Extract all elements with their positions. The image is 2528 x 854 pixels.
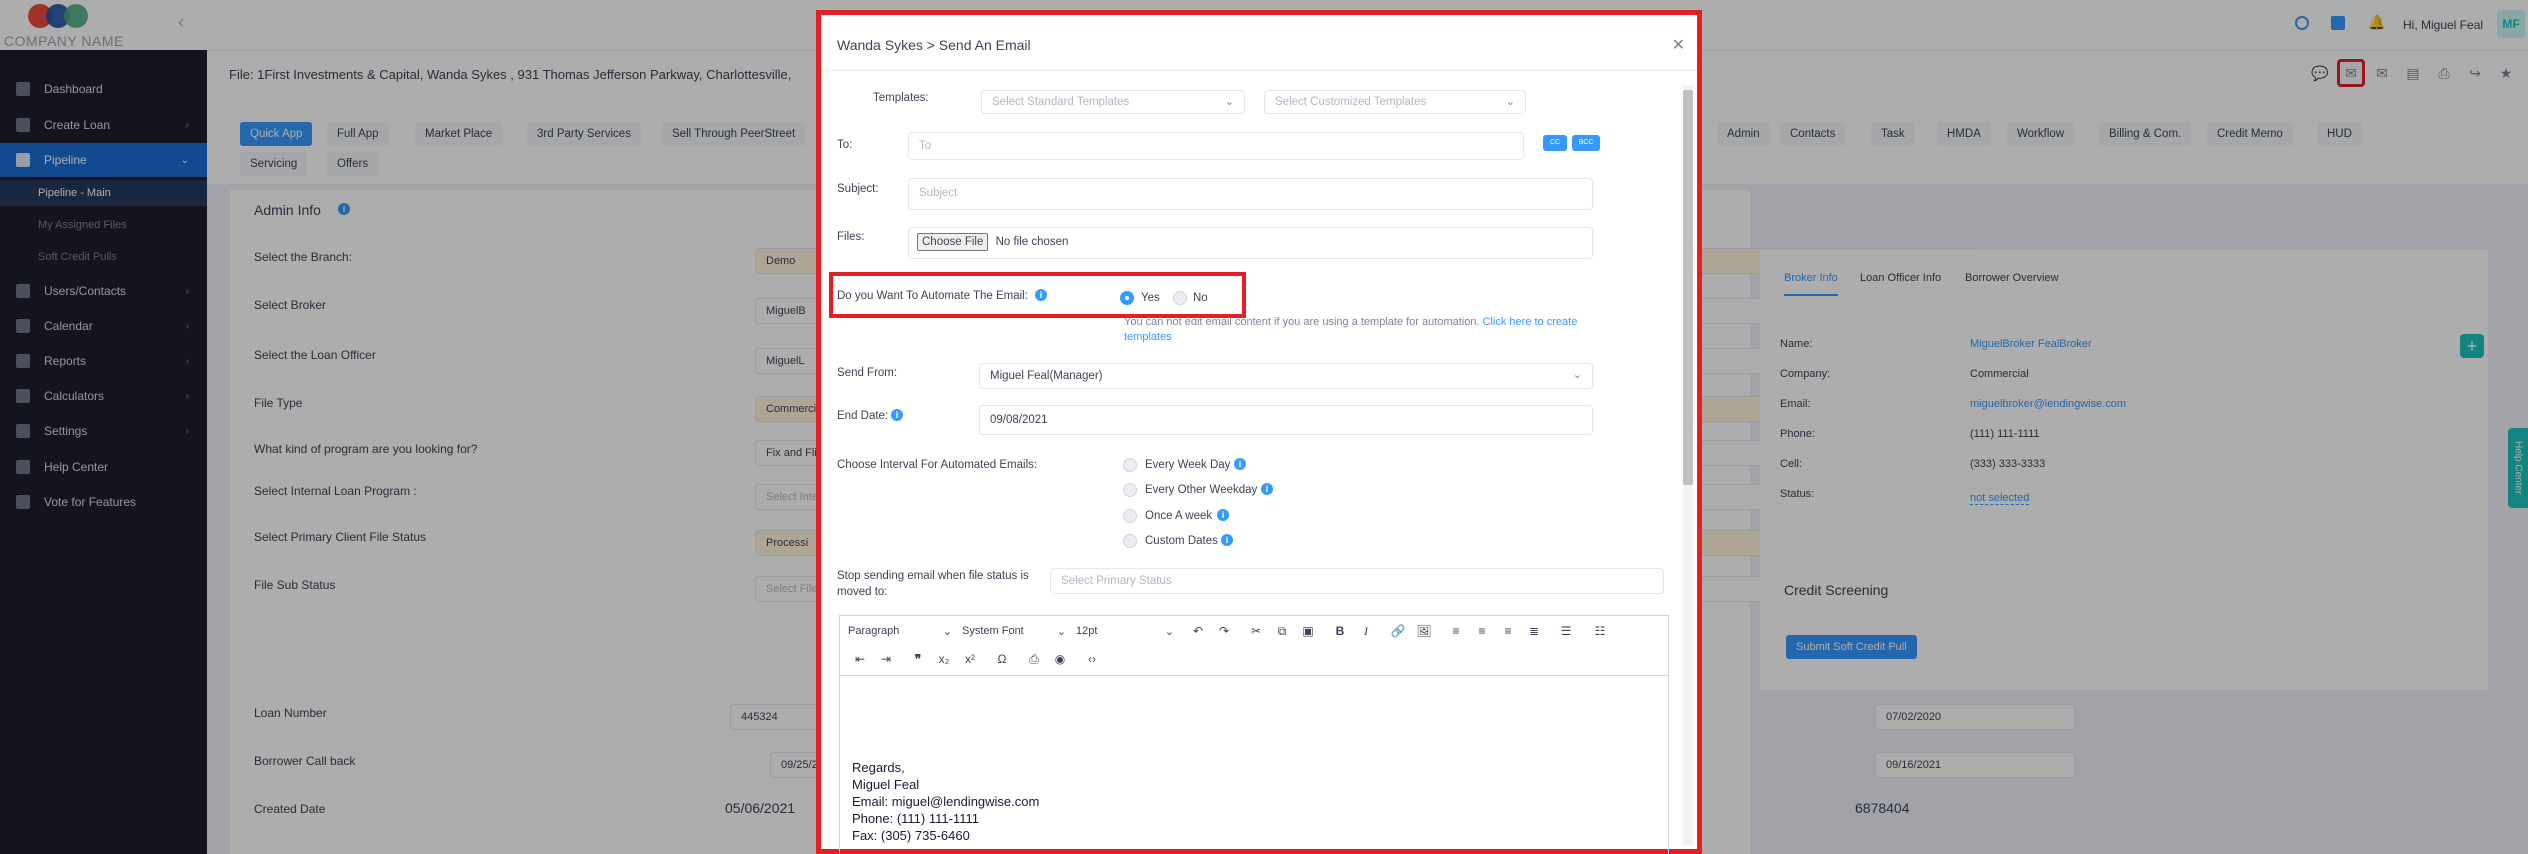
interval-label: Choose Interval For Automated Emails: <box>837 459 1038 471</box>
close-icon[interactable]: ✕ <box>1672 35 1685 55</box>
bullet-list-icon[interactable]: ☰ <box>1556 621 1576 641</box>
info-icon[interactable]: i <box>1234 458 1246 470</box>
align-left-icon[interactable]: ≡ <box>1446 621 1466 641</box>
interval-once-a-week-radio[interactable] <box>1123 509 1137 523</box>
subject-input[interactable]: Subject <box>908 178 1593 210</box>
link-icon[interactable]: 🔗 <box>1388 621 1408 641</box>
automate-yes-label: Yes <box>1141 292 1160 304</box>
align-center-icon[interactable]: ≡ <box>1472 621 1492 641</box>
modal-divider <box>821 70 1697 71</box>
paragraph-select[interactable]: Paragraph ⌄ <box>848 618 958 644</box>
cc-button[interactable]: CC <box>1543 135 1567 151</box>
superscript-icon[interactable]: x² <box>960 649 980 669</box>
blockquote-icon[interactable]: ❞ <box>908 649 928 669</box>
stop-sending-label: Stop sending email when file status is m… <box>837 570 1029 598</box>
modal-scrollbar-thumb[interactable] <box>1683 90 1693 485</box>
end-date-input[interactable]: 09/08/2021 <box>979 405 1593 435</box>
numbered-list-icon[interactable]: ☷ <box>1590 621 1610 641</box>
subject-label: Subject: <box>837 183 879 195</box>
size-select[interactable]: 12pt ⌄ <box>1076 618 1180 644</box>
bcc-button[interactable]: BCC <box>1572 135 1600 151</box>
chevron-down-icon: ⌄ <box>1056 625 1066 638</box>
to-label: To: <box>837 139 853 151</box>
subscript-icon[interactable]: x₂ <box>934 649 954 669</box>
font-select[interactable]: System Font ⌄ <box>962 618 1072 644</box>
custom-templates-select[interactable]: Select Customized Templates ⌄ <box>1264 90 1526 114</box>
chevron-down-icon: ⌄ <box>942 625 952 638</box>
interval-every-other-weekday-label: Every Other Weekday <box>1145 484 1258 496</box>
font-text: System Font <box>962 625 1024 637</box>
automate-label: Do you Want To Automate The Email: <box>837 290 1028 302</box>
preview-icon[interactable]: ◉ <box>1050 649 1070 669</box>
info-icon[interactable]: i <box>1261 483 1273 495</box>
italic-icon[interactable]: I <box>1356 621 1376 641</box>
source-code-icon[interactable]: ‹› <box>1082 649 1102 669</box>
automate-no-label: No <box>1193 292 1208 304</box>
copy-icon[interactable]: ⧉ <box>1272 621 1292 641</box>
send-email-modal: Wanda Sykes > Send An Email ✕ Templates:… <box>816 10 1702 854</box>
email-body-editor: Paragraph ⌄ System Font ⌄ 12pt ⌄ ↶ ↷ ✂ ⧉ ▣ … <box>839 615 1669 854</box>
signature-line-5[interactable]: Fax: (305) 735-6460 <box>852 828 970 843</box>
size-text: 12pt <box>1076 625 1098 637</box>
automate-note-text: You can not edit email content if you ar… <box>1124 316 1480 328</box>
file-input[interactable]: Choose File No file chosen <box>908 227 1593 259</box>
standard-templates-select[interactable]: Select Standard Templates ⌄ <box>981 90 1245 114</box>
interval-custom-dates-radio[interactable] <box>1123 534 1137 548</box>
interval-every-week-day-label: Every Week Day <box>1145 459 1231 471</box>
print-icon[interactable]: ⎙ <box>1024 649 1044 669</box>
editor-toolbar: Paragraph ⌄ System Font ⌄ 12pt ⌄ ↶ ↷ ✂ ⧉ ▣ … <box>840 616 1668 676</box>
align-right-icon[interactable]: ≡ <box>1498 621 1518 641</box>
standard-templates-text: Select Standard Templates <box>992 96 1130 108</box>
send-from-label: Send From: <box>837 367 898 379</box>
chevron-down-icon: ⌄ <box>1164 625 1174 638</box>
custom-templates-text: Select Customized Templates <box>1275 96 1427 108</box>
outdent-icon[interactable]: ⇤ <box>850 649 870 669</box>
modal-title: Wanda Sykes > Send An Email <box>837 37 1031 53</box>
indent-icon[interactable]: ⇥ <box>876 649 896 669</box>
chevron-down-icon: ⌄ <box>1224 96 1234 108</box>
special-char-icon[interactable]: Ω <box>992 649 1012 669</box>
automate-no-radio[interactable] <box>1173 291 1187 305</box>
info-icon[interactable]: i <box>1217 509 1229 521</box>
signature-line-2[interactable]: Miguel Feal <box>852 777 919 792</box>
bold-icon[interactable]: B <box>1330 621 1350 641</box>
send-from-text: Miguel Feal(Manager) <box>990 370 1103 382</box>
choose-file-button[interactable]: Choose File <box>917 233 989 251</box>
info-icon[interactable]: i <box>1221 534 1233 546</box>
signature-line-3[interactable]: Email: miguel@lendingwise.com <box>852 794 1039 809</box>
info-icon[interactable]: i <box>891 409 903 421</box>
signature-line-4[interactable]: Phone: (111) 111-1111 <box>852 811 979 826</box>
templates-label: Templates: <box>873 92 929 104</box>
to-input[interactable]: To <box>908 132 1524 160</box>
end-date-label: End Date: <box>837 410 889 422</box>
cut-icon[interactable]: ✂ <box>1246 621 1266 641</box>
automate-yes-radio[interactable] <box>1120 291 1134 305</box>
automate-note: You can not edit email content if you ar… <box>1124 315 1624 345</box>
files-label: Files: <box>837 231 865 243</box>
redo-icon[interactable]: ↷ <box>1214 621 1234 641</box>
send-from-select[interactable]: Miguel Feal(Manager) ⌄ <box>979 363 1593 389</box>
signature-line-1[interactable]: Regards, <box>852 760 905 775</box>
image-icon[interactable]: 🖼 <box>1414 621 1434 641</box>
interval-once-a-week-label: Once A week <box>1145 510 1213 522</box>
chevron-down-icon: ⌄ <box>1505 96 1515 108</box>
stop-status-select[interactable]: Select Primary Status <box>1050 568 1664 594</box>
chevron-down-icon: ⌄ <box>1572 369 1582 381</box>
undo-icon[interactable]: ↶ <box>1188 621 1208 641</box>
info-icon[interactable]: i <box>1035 289 1047 301</box>
no-file-text: No file chosen <box>995 236 1069 248</box>
interval-custom-dates-label: Custom Dates <box>1145 535 1218 547</box>
align-justify-icon[interactable]: ≣ <box>1524 621 1544 641</box>
paste-icon[interactable]: ▣ <box>1298 621 1318 641</box>
interval-every-week-day-radio[interactable] <box>1123 458 1137 472</box>
paragraph-text: Paragraph <box>848 625 900 637</box>
interval-every-other-weekday-radio[interactable] <box>1123 483 1137 497</box>
